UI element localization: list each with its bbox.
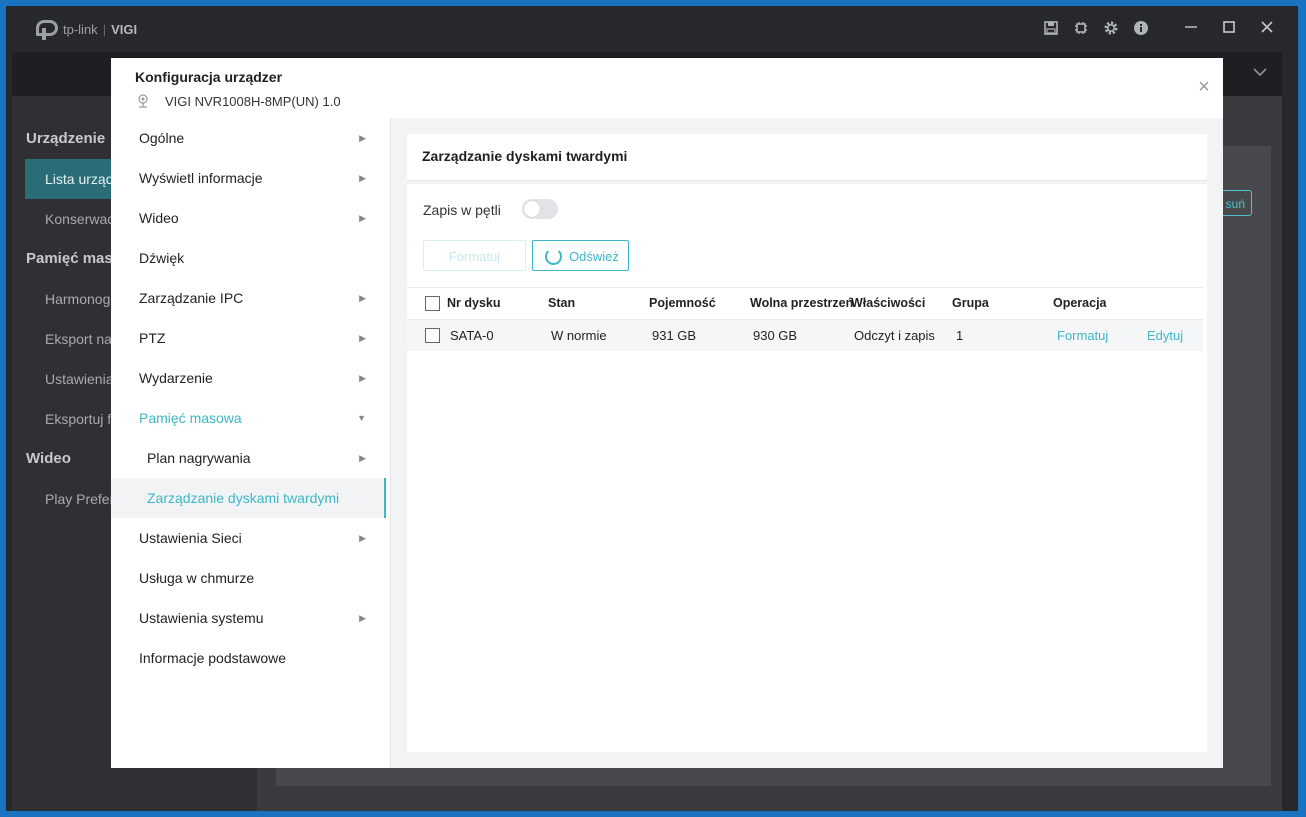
- device-model: VIGI NVR1008H-8MP(UN) 1.0: [165, 94, 341, 109]
- panel-header: Zarządzanie dyskami twardymi: [407, 134, 1207, 181]
- menu-item-hdd-management[interactable]: Zarządzanie dyskami twardymi: [111, 478, 386, 518]
- minimize-icon[interactable]: [1182, 20, 1200, 38]
- menu-item-label: Ustawienia Sieci: [139, 530, 242, 546]
- dialog-close-icon[interactable]: ×: [1195, 77, 1213, 97]
- menu-item-event[interactable]: Wydarzenie ▶: [111, 358, 386, 398]
- chevron-right-icon: ▶: [359, 213, 366, 223]
- chevron-right-icon: ▶: [359, 453, 366, 463]
- loop-recording-label: Zapis w pętli: [423, 202, 501, 218]
- menu-item-ipc-management[interactable]: Zarządzanie IPC ▶: [111, 278, 386, 318]
- dialog-header: Konfiguracja urządzer VIGI NVR1008H-8MP(…: [111, 58, 1223, 119]
- cell-status: W normie: [551, 328, 607, 343]
- menu-item-label: Ogólne: [139, 130, 185, 146]
- row-checkbox[interactable]: [425, 328, 440, 343]
- hdd-content-area: Zarządzanie dyskami twardymi Zapis w pęt…: [391, 118, 1223, 768]
- cell-properties: Odczyt i zapis: [854, 328, 935, 343]
- logo-divider: |: [102, 21, 107, 37]
- header-free-space: Wolna przestrzeń: [750, 296, 854, 310]
- chevron-right-icon: ▶: [359, 133, 366, 143]
- maximize-icon[interactable]: [1220, 20, 1238, 38]
- refresh-icon: [545, 248, 562, 265]
- chevron-right-icon: ▶: [359, 293, 366, 303]
- menu-item-label: Zarządzanie dyskami twardymi: [147, 490, 340, 506]
- tplink-logo-icon: [36, 18, 58, 40]
- menu-item-storage[interactable]: Pamięć masowa ▼: [111, 398, 386, 438]
- chip-icon[interactable]: [1072, 20, 1090, 38]
- chevron-right-icon: ▶: [359, 613, 366, 623]
- menu-item-cloud-service[interactable]: Usługa w chmurze: [111, 558, 386, 598]
- menu-item-basic-info[interactable]: Informacje podstawowe: [111, 638, 386, 678]
- menu-item-label: Zarządzanie IPC: [139, 290, 244, 306]
- gear-icon[interactable]: [1102, 20, 1120, 38]
- table-row: SATA-0 W normie 931 GB 930 GB Odczyt i z…: [407, 320, 1203, 351]
- brand-name: tp-link: [63, 21, 98, 37]
- menu-item-video[interactable]: Wideo ▶: [111, 198, 386, 238]
- toggle-knob: [524, 201, 540, 217]
- sidebar-section-device: Urządzenie: [26, 130, 106, 147]
- header-disk: Nr dysku: [447, 296, 501, 310]
- camera-icon: [137, 94, 149, 108]
- sidebar-section-video: Wideo: [26, 450, 71, 467]
- chevron-down-icon: ▼: [357, 413, 366, 423]
- format-button[interactable]: Formatuj: [423, 240, 526, 271]
- table-header: Nr dysku Stan Pojemność Wolna przestrzeń…: [407, 287, 1203, 320]
- header-operation: Operacja: [1053, 296, 1107, 310]
- menu-item-system-settings[interactable]: Ustawienia systemu ▶: [111, 598, 386, 638]
- dialog-title: Konfiguracja urządzer: [135, 69, 283, 85]
- header-status: Stan: [548, 296, 576, 310]
- sidebar-section-storage: Pamięć maso: [26, 250, 122, 267]
- header-group: Grupa: [952, 296, 989, 310]
- chevron-right-icon: ▶: [359, 533, 366, 543]
- menu-item-network-settings[interactable]: Ustawienia Sieci ▶: [111, 518, 386, 558]
- menu-item-label: Dźwięk: [139, 250, 185, 266]
- cell-free-space: 930 GB: [753, 328, 798, 343]
- title-bar: tp-link | VIGI: [6, 6, 1298, 52]
- menu-item-label: Ustawienia systemu: [139, 610, 264, 626]
- menu-item-general[interactable]: Ogólne ▶: [111, 118, 386, 158]
- panel-title: Zarządzanie dyskami twardymi: [422, 148, 628, 164]
- menu-item-ptz[interactable]: PTZ ▶: [111, 318, 386, 358]
- cell-capacity: 931 GB: [652, 328, 697, 343]
- save-icon[interactable]: [1042, 20, 1060, 38]
- cell-group: 1: [956, 328, 964, 343]
- menu-item-label: Wydarzenie: [139, 370, 213, 386]
- product-name: VIGI: [111, 21, 138, 37]
- app-logo: tp-link | VIGI: [36, 18, 137, 40]
- row-edit-link[interactable]: Edytuj: [1147, 320, 1183, 351]
- config-menu: Ogólne ▶ Wyświetl informacje ▶ Wideo ▶ Dźwi…: [111, 118, 391, 768]
- refresh-button[interactable]: Odśwież: [532, 240, 629, 271]
- menu-item-label: Usługa w chmurze: [139, 570, 255, 586]
- menu-item-label: Wyświetl informacje: [139, 170, 263, 186]
- row-format-link[interactable]: Formatuj: [1057, 320, 1108, 351]
- menu-item-display-info[interactable]: Wyświetl informacje ▶: [111, 158, 386, 198]
- menu-item-label: PTZ: [139, 330, 166, 346]
- chevron-right-icon: ▶: [359, 333, 366, 343]
- header-properties: Właściwości: [851, 296, 926, 310]
- app-window: tp-link | VIGI Urządzenie Lista urządz K…: [6, 6, 1298, 811]
- close-icon[interactable]: [1258, 20, 1276, 38]
- panel-body: Zapis w pętli Formatuj Odśwież Nr dysku …: [407, 184, 1207, 752]
- menu-item-audio[interactable]: Dźwięk: [111, 238, 386, 278]
- loop-recording-toggle[interactable]: [522, 199, 558, 219]
- menu-item-recording-plan[interactable]: Plan nagrywania ▶: [111, 438, 386, 478]
- info-icon[interactable]: [1132, 20, 1150, 38]
- header-capacity: Pojemność: [649, 296, 716, 310]
- disk-table: Nr dysku Stan Pojemność Wolna przestrzeń…: [407, 287, 1203, 351]
- device-config-dialog: Konfiguracja urządzer VIGI NVR1008H-8MP(…: [111, 58, 1223, 768]
- menu-item-label: Wideo: [139, 210, 179, 226]
- select-all-checkbox[interactable]: [425, 296, 440, 311]
- chevron-right-icon: ▶: [359, 173, 366, 183]
- menu-item-label: Informacje podstawowe: [139, 650, 287, 666]
- menu-item-label: Plan nagrywania: [147, 450, 251, 466]
- refresh-button-label: Odśwież: [569, 249, 619, 264]
- menu-item-label: Pamięć masowa: [139, 410, 242, 426]
- chevron-down-icon[interactable]: [1252, 64, 1268, 82]
- chevron-right-icon: ▶: [359, 373, 366, 383]
- cell-disk: SATA-0: [450, 328, 494, 343]
